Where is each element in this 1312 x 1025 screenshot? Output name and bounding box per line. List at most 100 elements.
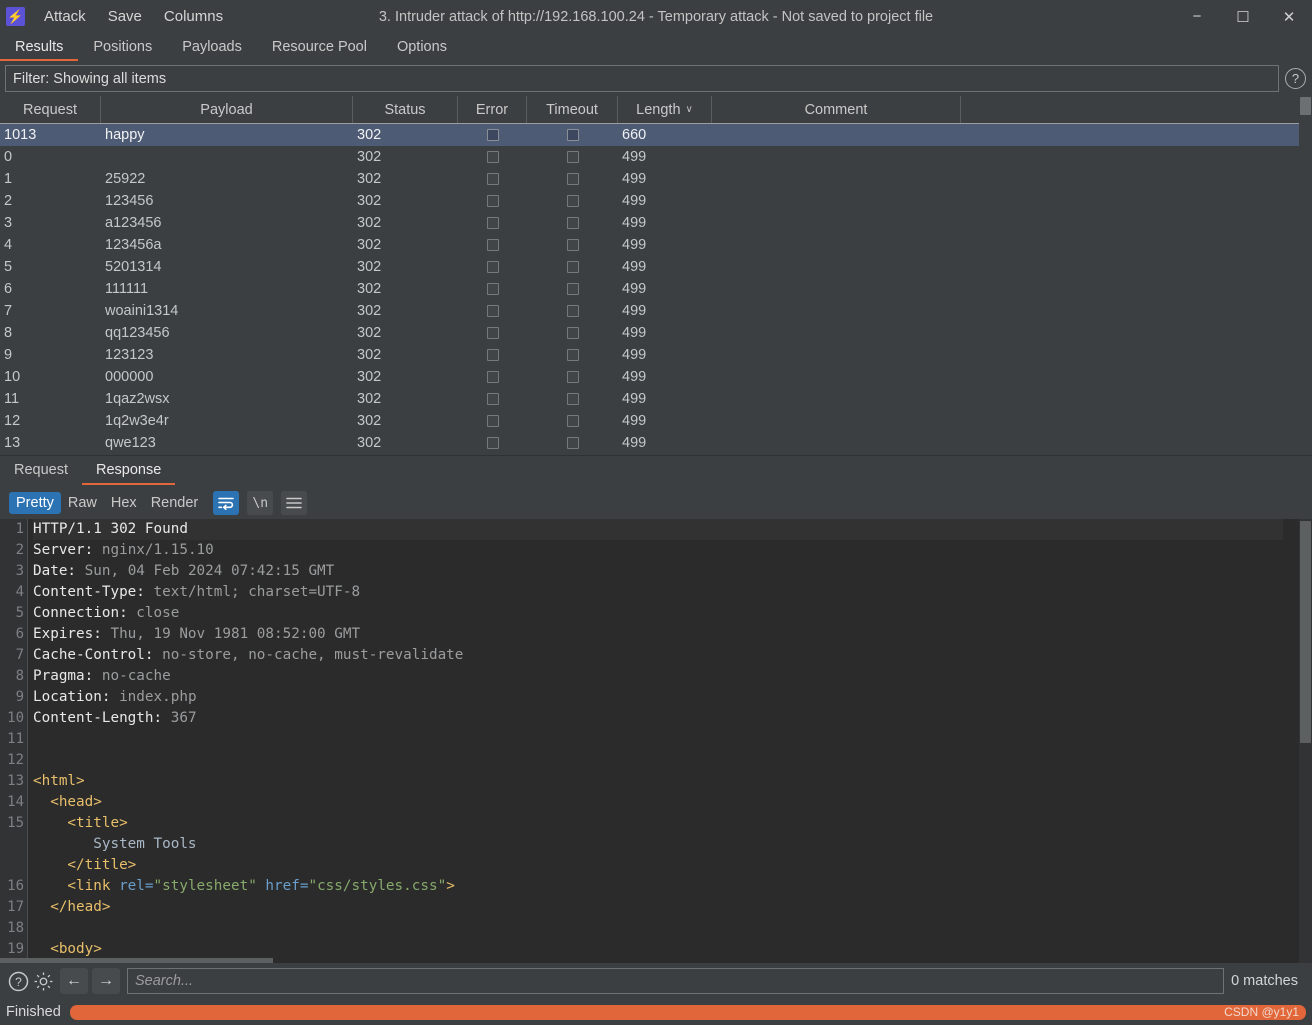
error-checkbox[interactable] <box>486 305 499 317</box>
arrow-left-icon[interactable]: ← <box>60 968 88 994</box>
table-row[interactable]: 9 123123 302 499 <box>0 344 1312 366</box>
error-checkbox[interactable] <box>486 173 499 185</box>
table-row[interactable]: 7 woaini1314 302 499 <box>0 300 1312 322</box>
tab-results[interactable]: Results <box>0 34 79 61</box>
filter-text: Filter: Showing all items <box>13 70 167 87</box>
timeout-checkbox[interactable] <box>566 173 579 185</box>
column-header-timeout[interactable]: Timeout <box>527 96 618 123</box>
view-mode-raw[interactable]: Raw <box>61 492 104 514</box>
view-mode-render[interactable]: Render <box>144 492 206 514</box>
cell-request: 13 <box>4 435 21 451</box>
table-row[interactable]: 12 1q2w3e4r 302 499 <box>0 410 1312 432</box>
results-scrollbar-thumb[interactable] <box>1300 97 1311 115</box>
column-header-error[interactable]: Error <box>458 96 527 123</box>
column-header-comment[interactable]: Comment <box>712 96 961 123</box>
tab-positions[interactable]: Positions <box>78 34 167 61</box>
editor-scrollbar-thumb[interactable] <box>1300 521 1311 743</box>
table-row[interactable]: 5 5201314 302 499 <box>0 256 1312 278</box>
error-checkbox[interactable] <box>486 415 499 427</box>
message-view-toolbar: Pretty Raw Hex Render \n <box>0 487 1312 519</box>
error-checkbox[interactable] <box>486 239 499 251</box>
arrow-right-icon[interactable]: → <box>92 968 120 994</box>
column-header-length[interactable]: Length ∨ <box>618 96 712 123</box>
gear-icon[interactable] <box>31 969 56 994</box>
timeout-checkbox[interactable] <box>566 305 579 317</box>
error-checkbox[interactable] <box>486 195 499 207</box>
error-checkbox[interactable] <box>486 151 499 163</box>
cell-status: 302 <box>357 149 382 165</box>
error-checkbox[interactable] <box>486 283 499 295</box>
message-tab-response[interactable]: Response <box>82 457 176 485</box>
timeout-checkbox[interactable] <box>566 437 579 449</box>
intruder-tab-bar: Results Positions Payloads Resource Pool Opt… <box>0 33 1312 61</box>
error-checkbox[interactable] <box>486 129 499 141</box>
timeout-checkbox[interactable] <box>566 129 579 141</box>
error-checkbox[interactable] <box>486 327 499 339</box>
view-mode-hex[interactable]: Hex <box>104 492 144 514</box>
question-mark-icon[interactable]: ? <box>6 969 31 994</box>
menu-lines-icon[interactable] <box>281 491 308 515</box>
cell-payload: a123456 <box>105 215 162 231</box>
question-mark-icon[interactable]: ? <box>1285 68 1306 89</box>
column-header-status[interactable]: Status <box>353 96 458 123</box>
results-vertical-scrollbar[interactable] <box>1299 96 1312 454</box>
filter-input[interactable]: Filter: Showing all items <box>5 65 1279 92</box>
editor-vertical-scrollbar[interactable] <box>1299 519 1312 963</box>
timeout-checkbox[interactable] <box>566 327 579 339</box>
message-tab-request[interactable]: Request <box>0 457 82 485</box>
timeout-checkbox[interactable] <box>566 415 579 427</box>
menu-attack[interactable]: Attack <box>33 0 97 33</box>
response-editor[interactable]: 1 2 3 4 5 6 7 8 9 10 11 12 13 14 15 16 17 18 19 HTTP/1.1 3… <box>0 519 1312 963</box>
timeout-checkbox[interactable] <box>566 349 579 361</box>
code-token: close <box>136 605 180 621</box>
timeout-checkbox[interactable] <box>566 371 579 383</box>
table-row[interactable]: 8 qq123456 302 499 <box>0 322 1312 344</box>
timeout-checkbox[interactable] <box>566 261 579 273</box>
timeout-checkbox[interactable] <box>566 217 579 229</box>
table-row[interactable]: 11 1qaz2wsx 302 499 <box>0 388 1312 410</box>
show-newlines-icon[interactable]: \n <box>247 491 274 515</box>
error-checkbox[interactable] <box>486 437 499 449</box>
table-row[interactable]: 2 123456 302 499 <box>0 190 1312 212</box>
cell-status: 302 <box>357 259 382 275</box>
line-number <box>0 855 24 876</box>
code-line: System Tools <box>33 834 1283 855</box>
table-row[interactable]: 10 000000 302 499 <box>0 366 1312 388</box>
column-header-request[interactable]: Request <box>0 96 101 123</box>
table-row[interactable]: 13 qwe123 302 499 <box>0 432 1312 454</box>
search-input[interactable]: Search... <box>127 968 1225 994</box>
error-checkbox[interactable] <box>486 371 499 383</box>
cell-length: 499 <box>622 215 647 231</box>
view-mode-pretty[interactable]: Pretty <box>9 492 61 514</box>
table-row[interactable]: 0 302 499 <box>0 146 1312 168</box>
minimize-button[interactable]: − <box>1174 0 1220 33</box>
word-wrap-icon[interactable] <box>213 491 240 515</box>
table-row[interactable]: 1 25922 302 499 <box>0 168 1312 190</box>
cell-length: 499 <box>622 391 647 407</box>
table-row[interactable]: 1013 happy 302 660 <box>0 124 1312 146</box>
timeout-checkbox[interactable] <box>566 283 579 295</box>
code-token: Connection: <box>33 605 137 621</box>
menu-save[interactable]: Save <box>97 0 153 33</box>
cell-timeout <box>527 146 618 168</box>
timeout-checkbox[interactable] <box>566 151 579 163</box>
tab-payloads[interactable]: Payloads <box>167 34 257 61</box>
maximize-button[interactable]: ☐ <box>1220 0 1266 33</box>
cell-comment <box>712 146 961 168</box>
menu-columns[interactable]: Columns <box>153 0 234 33</box>
error-checkbox[interactable] <box>486 217 499 229</box>
timeout-checkbox[interactable] <box>566 195 579 207</box>
tab-options[interactable]: Options <box>382 34 462 61</box>
timeout-checkbox[interactable] <box>566 239 579 251</box>
cell-request: 1013 <box>4 127 37 143</box>
table-row[interactable]: 4 123456a 302 499 <box>0 234 1312 256</box>
timeout-checkbox[interactable] <box>566 393 579 405</box>
table-row[interactable]: 3 a123456 302 499 <box>0 212 1312 234</box>
error-checkbox[interactable] <box>486 261 499 273</box>
error-checkbox[interactable] <box>486 349 499 361</box>
table-row[interactable]: 6 111111 302 499 <box>0 278 1312 300</box>
close-button[interactable]: ✕ <box>1266 0 1312 33</box>
tab-resource-pool[interactable]: Resource Pool <box>257 34 382 61</box>
column-header-payload[interactable]: Payload <box>101 96 353 123</box>
error-checkbox[interactable] <box>486 393 499 405</box>
